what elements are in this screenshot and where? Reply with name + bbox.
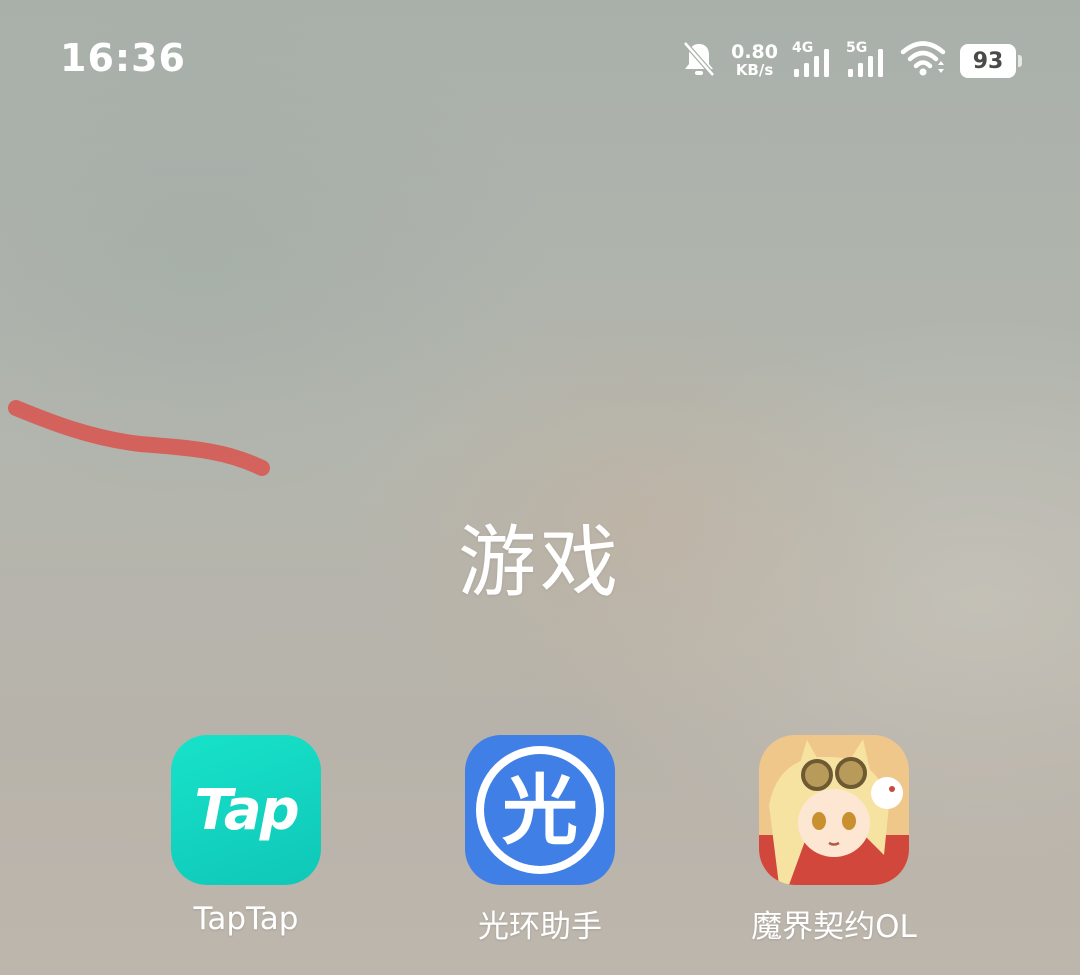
- signal-icon: 4G: [792, 41, 832, 81]
- network-speed-value: 0.80: [731, 41, 778, 63]
- app-taptap[interactable]: Tap TapTap: [136, 735, 356, 937]
- folder-title: 游戏: [457, 518, 622, 608]
- annotation-stroke: [8, 400, 270, 476]
- halo-logo-text: 光: [502, 766, 578, 855]
- app-halo-assistant[interactable]: 光 光环助手: [430, 735, 650, 946]
- app-demon-contract-ol[interactable]: 魔界契约OL: [724, 735, 944, 946]
- anime-character-icon: [759, 735, 909, 885]
- network-speed-unit: KB/s: [735, 61, 774, 79]
- taptap-logo-text: Tap: [194, 777, 299, 843]
- anime-character-app-icon[interactable]: [759, 735, 909, 885]
- network-speed: 0.80 KB/s: [731, 41, 778, 80]
- taptap-app-icon[interactable]: Tap: [171, 735, 321, 885]
- status-icons: 0.80 KB/s 4G 5G 93: [681, 40, 1022, 82]
- battery-icon: 93: [960, 44, 1022, 78]
- battery-tip: [1018, 55, 1022, 67]
- wifi-icon: [900, 39, 946, 83]
- signal-icon: 5G: [846, 41, 886, 81]
- bell-muted-icon: [681, 39, 717, 83]
- battery-level: 93: [960, 44, 1016, 78]
- status-bar: 16:36 0.80 KB/s 4G 5G 93: [0, 0, 1080, 120]
- status-time: 16:36: [60, 36, 186, 80]
- app-label: 魔界契约OL: [751, 909, 917, 945]
- app-label: 光环助手: [478, 909, 602, 945]
- app-label: TapTap: [193, 901, 299, 937]
- halo-logo-icon: 光: [476, 746, 604, 874]
- halo-assistant-app-icon[interactable]: 光: [465, 735, 615, 885]
